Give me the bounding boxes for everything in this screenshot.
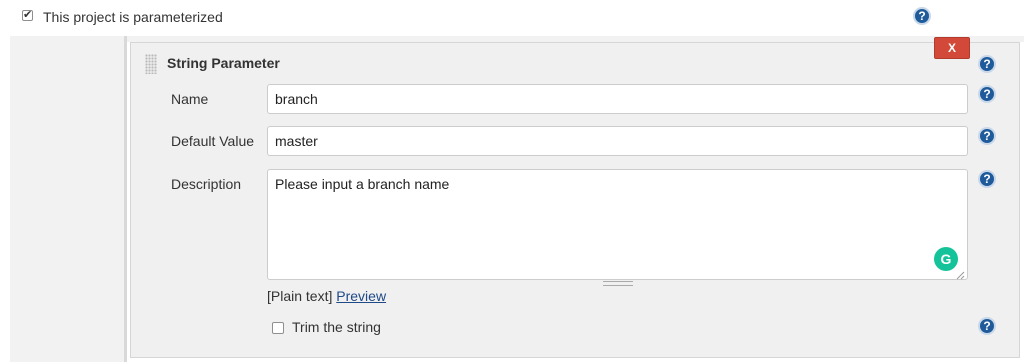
left-divider [124, 36, 127, 362]
resize-corner-icon[interactable] [955, 267, 965, 280]
help-icon[interactable]: ? [978, 85, 996, 103]
delete-parameter-button[interactable]: X [934, 37, 970, 59]
plain-text-label: [Plain text] [267, 288, 333, 304]
checkmark-icon: ✔ [23, 9, 33, 21]
help-icon[interactable]: ? [978, 170, 996, 188]
help-icon[interactable]: ? [913, 7, 931, 25]
trim-string-checkbox[interactable] [272, 322, 284, 334]
name-input[interactable] [267, 84, 968, 114]
description-textarea[interactable]: Please input a branch name [267, 169, 968, 280]
textarea-resize-handle[interactable] [603, 281, 633, 286]
left-margin [10, 36, 124, 362]
format-indicator: [Plain text] Preview [267, 288, 386, 304]
name-label: Name [171, 91, 209, 107]
default-value-input[interactable] [267, 126, 968, 156]
preview-link[interactable]: Preview [336, 288, 386, 304]
parameterized-label: This project is parameterized [43, 9, 223, 25]
help-icon[interactable]: ? [978, 55, 996, 73]
help-icon[interactable]: ? [978, 317, 996, 335]
parameterized-checkbox[interactable]: ✔ [22, 9, 33, 21]
parameter-type-title: String Parameter [167, 55, 280, 71]
drag-handle-icon[interactable] [145, 54, 157, 74]
help-icon[interactable]: ? [978, 127, 996, 145]
trim-string-label: Trim the string [292, 319, 381, 335]
description-label: Description [171, 176, 242, 192]
default-value-label: Default Value [171, 133, 255, 149]
